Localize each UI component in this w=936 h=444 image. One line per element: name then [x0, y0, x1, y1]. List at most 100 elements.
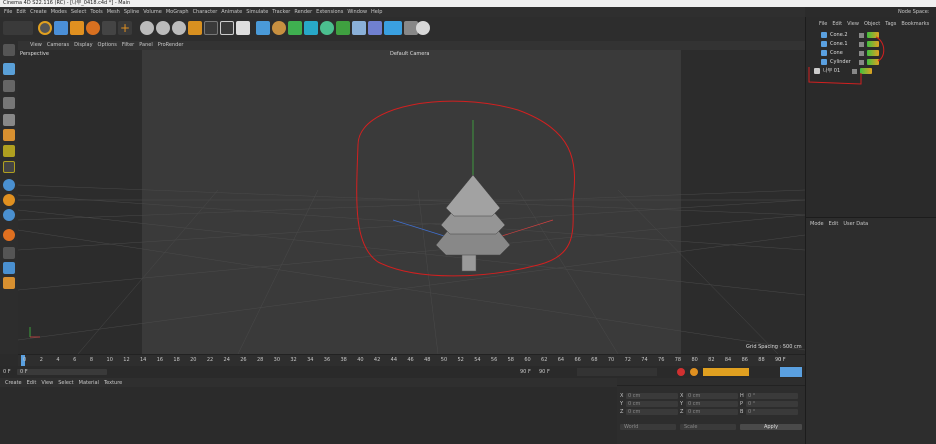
menu-mograph[interactable]: MoGraph [166, 9, 189, 15]
live-selection-icon[interactable] [38, 21, 52, 35]
apply-button[interactable]: Apply [740, 424, 802, 430]
tree-model[interactable] [435, 174, 511, 272]
menu-help[interactable]: Help [371, 9, 382, 15]
locked-workplane-icon[interactable] [3, 277, 15, 289]
viewport-menu-view[interactable]: View [30, 42, 42, 48]
material-area[interactable] [0, 387, 617, 444]
attribute-menu-user-data[interactable]: User Data [843, 221, 868, 227]
record-icon[interactable] [677, 368, 685, 376]
menu-volume[interactable]: Volume [143, 9, 162, 15]
render-picture-viewer-icon[interactable] [220, 21, 234, 35]
texture-mode-icon[interactable] [3, 80, 15, 92]
subdivision-surface-icon[interactable] [288, 21, 302, 35]
material-menu-material[interactable]: Material [79, 380, 99, 386]
coord-rot-field[interactable]: 0 ° [746, 401, 798, 407]
material-menu-select[interactable]: Select [58, 380, 73, 386]
viewport[interactable]: Perspective Default Camera Grid Spacing … [18, 50, 805, 354]
menu-file[interactable]: File [4, 9, 12, 15]
viewport-menu-prorender[interactable]: ProRender [158, 42, 184, 48]
min-frame-field[interactable] [17, 369, 107, 375]
menu-create[interactable]: Create [30, 9, 47, 15]
menu-simulate[interactable]: Simulate [246, 9, 268, 15]
move-tool-icon[interactable] [54, 21, 68, 35]
menu-modes[interactable]: Modes [51, 9, 67, 15]
recent-tool-icon[interactable] [102, 21, 116, 35]
render-settings-icon[interactable] [236, 21, 250, 35]
y-axis-lock-icon[interactable] [156, 21, 170, 35]
snap-tool-icon[interactable]: + [118, 21, 132, 35]
coord-rot-field[interactable]: 0 ° [746, 393, 798, 399]
deformer-icon[interactable] [320, 21, 334, 35]
polygons-mode-icon[interactable] [3, 129, 15, 141]
menu-tracker[interactable]: Tracker [272, 9, 290, 15]
x-axis-lock-icon[interactable] [140, 21, 154, 35]
enable-axis-icon[interactable] [3, 161, 15, 173]
scale-tool-icon[interactable] [70, 21, 84, 35]
quantize-icon[interactable] [3, 229, 15, 241]
end-frame-field[interactable]: 90 F [520, 370, 531, 375]
coord-size-field[interactable]: 0 cm [686, 393, 738, 399]
attribute-menu-mode[interactable]: Mode [810, 221, 824, 227]
render-view-icon[interactable] [204, 21, 218, 35]
coord-pos-field[interactable]: 0 cm [626, 401, 678, 407]
make-editable-icon[interactable] [3, 44, 15, 56]
viewport-menu-options[interactable]: Options [98, 42, 117, 48]
viewport-menu-filter[interactable]: Filter [122, 42, 134, 48]
coord-pos-field[interactable]: 0 cm [626, 409, 678, 415]
z-axis-lock-icon[interactable] [172, 21, 186, 35]
viewport-nav-icons[interactable] [778, 42, 804, 49]
model-mode-icon[interactable] [3, 63, 15, 75]
start-frame-field[interactable]: 0 F [3, 370, 11, 375]
soft-selection-icon[interactable] [3, 209, 15, 221]
coord-size-field[interactable]: 0 cm [686, 401, 738, 407]
floor-icon[interactable] [384, 21, 402, 35]
coord-pos-field[interactable]: 0 cm [626, 393, 678, 399]
menu-window[interactable]: Window [347, 9, 367, 15]
undo-redo-button[interactable] [3, 21, 33, 35]
material-icon[interactable] [368, 21, 382, 35]
timeline-ruler[interactable]: 0 2 4 6 8 10 12 14 16 18 20 22 24 26 28 30 32 34 36 38 40 42 4… [18, 354, 805, 366]
menu-render[interactable]: Render [294, 9, 312, 15]
coord-size-field[interactable]: 0 cm [686, 409, 738, 415]
light-icon[interactable] [416, 21, 430, 35]
material-menu-create[interactable]: Create [5, 380, 22, 386]
playback-controls[interactable] [577, 368, 657, 376]
sculpt-icon[interactable] [3, 247, 15, 259]
scene-icon[interactable] [352, 21, 366, 35]
menu-character[interactable]: Character [193, 9, 218, 15]
menu-select[interactable]: Select [71, 9, 86, 15]
edges-mode-icon[interactable] [3, 114, 15, 126]
coordinate-system-icon[interactable] [188, 21, 202, 35]
menu-tools[interactable]: Tools [90, 9, 102, 15]
current-frame-field[interactable]: 0 F [778, 358, 786, 363]
material-menu-edit[interactable]: Edit [27, 380, 37, 386]
menu-extensions[interactable]: Extensions [316, 9, 343, 15]
max-frame-field[interactable]: 90 F [539, 370, 550, 375]
timeline-mode-icons[interactable] [780, 367, 802, 377]
menu-animate[interactable]: Animate [221, 9, 242, 15]
keyframe-tools[interactable] [703, 368, 749, 376]
snapping-icon[interactable] [3, 179, 15, 191]
menu-edit[interactable]: Edit [16, 9, 26, 15]
menu-spline[interactable]: Spline [124, 9, 139, 15]
pen-spline-icon[interactable] [272, 21, 286, 35]
material-menu-view[interactable]: View [41, 380, 53, 386]
coord-rot-field[interactable]: 0 ° [746, 409, 798, 415]
menu-mesh[interactable]: Mesh [107, 9, 120, 15]
cloner-icon[interactable] [304, 21, 318, 35]
uv-mode-icon[interactable] [3, 145, 15, 157]
points-mode-icon[interactable] [3, 97, 15, 109]
rotate-tool-icon[interactable] [86, 21, 100, 35]
planar-workplane-icon[interactable] [3, 262, 15, 274]
viewport-menu-cameras[interactable]: Cameras [47, 42, 69, 48]
autokey-icon[interactable] [690, 368, 698, 376]
field-icon[interactable] [336, 21, 350, 35]
cube-primitive-icon[interactable] [256, 21, 270, 35]
coord-mode-world-select[interactable]: World [620, 424, 676, 430]
material-menu-texture[interactable]: Texture [104, 380, 122, 386]
workplane-icon[interactable] [3, 194, 15, 206]
coord-mode-scale-select[interactable]: Scale [680, 424, 736, 430]
viewport-menu-display[interactable]: Display [74, 42, 92, 48]
viewport-menu-panel[interactable]: Panel [139, 42, 153, 48]
attribute-menu-edit[interactable]: Edit [829, 221, 839, 227]
